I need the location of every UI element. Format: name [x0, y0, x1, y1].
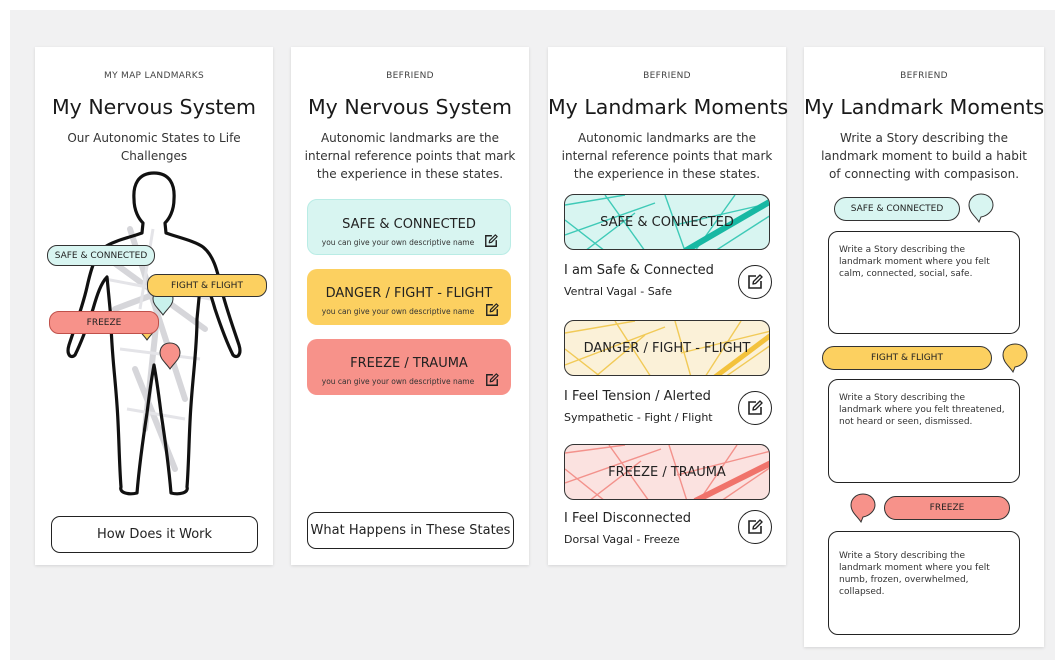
screen-eyebrow: MY MAP LANDMARKS — [104, 71, 204, 81]
screen-eyebrow: BEFRIEND — [643, 71, 691, 81]
edit-icon[interactable] — [484, 234, 498, 248]
state-card-danger[interactable]: DANGER / FIGHT - FLIGHT you can give you… — [307, 269, 511, 325]
state-label: FREEZE / TRAUMA — [350, 356, 468, 371]
landmark-label: SAFE & CONNECTED — [600, 215, 734, 230]
speech-bubble-icon — [968, 193, 994, 223]
tag-freeze[interactable]: FREEZE — [49, 311, 159, 334]
what-happens-button[interactable]: What Happens in These States — [307, 512, 514, 549]
screen-landmark-moments: BEFRIEND My Landmark Moments Autonomic l… — [548, 47, 789, 565]
edit-button[interactable] — [738, 265, 772, 299]
screen-write-story: BEFRIEND My Landmark Moments Write a Sto… — [804, 47, 1044, 647]
page-title: My Nervous System — [51, 95, 257, 119]
landmark-label: DANGER / FIGHT - FLIGHT — [583, 341, 751, 356]
landmark-subtitle: Sympathetic - Fight / Flight — [564, 411, 713, 424]
state-hint: you can give your own descriptive name — [321, 307, 475, 316]
landmark-subtitle: Ventral Vagal - Safe — [564, 285, 673, 298]
page-title: My Landmark Moments — [548, 95, 789, 119]
state-card-safe[interactable]: SAFE & CONNECTED you can give your own d… — [307, 199, 511, 255]
canvas: MY MAP LANDMARKS My Nervous System Our A… — [10, 10, 1055, 660]
page-subtitle: Our Autonomic States to Life Challenges — [67, 131, 241, 163]
speech-bubble-icon — [1002, 343, 1028, 373]
landmark-title: I Feel Tension / Alerted — [564, 389, 711, 404]
landmark-card-freeze[interactable]: FREEZE / TRAUMA — [564, 444, 770, 500]
screen-eyebrow: BEFRIEND — [386, 71, 434, 81]
state-card-freeze[interactable]: FREEZE / TRAUMA you can give your own de… — [307, 339, 511, 395]
landmark-card-safe[interactable]: SAFE & CONNECTED — [564, 194, 770, 250]
edit-icon[interactable] — [485, 303, 499, 317]
tag-fight-flight[interactable]: FIGHT & FLIGHT — [147, 274, 267, 297]
landmark-card-danger[interactable]: DANGER / FIGHT - FLIGHT — [564, 320, 770, 376]
state-hint: you can give your own descriptive name — [321, 238, 475, 247]
screen-eyebrow: BEFRIEND — [900, 71, 948, 81]
edit-icon — [748, 400, 763, 415]
page-subtitle: Autonomic landmarks are the internal ref… — [304, 131, 516, 181]
landmark-title: I am Safe & Connected — [564, 263, 714, 278]
story-box-safe[interactable]: Write a Story describing the landmark mo… — [828, 231, 1020, 334]
page-title: My Nervous System — [307, 95, 513, 119]
state-label: DANGER / FIGHT - FLIGHT — [325, 286, 493, 301]
landmark-subtitle: Dorsal Vagal - Freeze — [564, 533, 680, 546]
page-title: My Landmark Moments — [804, 95, 1045, 119]
pill-freeze[interactable]: FREEZE — [884, 496, 1010, 520]
speech-bubble-icon — [850, 493, 876, 523]
body-map — [66, 171, 242, 496]
edit-icon[interactable] — [485, 373, 499, 387]
edit-button[interactable] — [738, 391, 772, 425]
pill-safe-connected[interactable]: SAFE & CONNECTED — [834, 197, 960, 221]
story-box-freeze[interactable]: Write a Story describing the landmark mo… — [828, 531, 1020, 635]
tag-safe-connected[interactable]: SAFE & CONNECTED — [47, 245, 155, 266]
state-label: SAFE & CONNECTED — [342, 217, 476, 232]
state-hint: you can give your own descriptive name — [321, 377, 475, 386]
landmark-label: FREEZE / TRAUMA — [608, 465, 726, 480]
page-subtitle: Autonomic landmarks are the internal ref… — [561, 131, 773, 181]
screen-befriend-states: BEFRIEND My Nervous System Autonomic lan… — [291, 47, 529, 565]
screen-my-map-landmarks: MY MAP LANDMARKS My Nervous System Our A… — [35, 47, 273, 565]
landmark-title: I Feel Disconnected — [564, 511, 691, 526]
how-does-it-work-button[interactable]: How Does it Work — [51, 516, 258, 553]
edit-icon — [748, 274, 763, 289]
edit-button[interactable] — [738, 510, 772, 544]
page-subtitle: Write a Story describing the landmark mo… — [821, 131, 1027, 181]
edit-icon — [748, 519, 763, 534]
pill-fight-flight[interactable]: FIGHT & FLIGHT — [822, 346, 992, 370]
story-box-fight[interactable]: Write a Story describing the landmark wh… — [828, 379, 1020, 483]
